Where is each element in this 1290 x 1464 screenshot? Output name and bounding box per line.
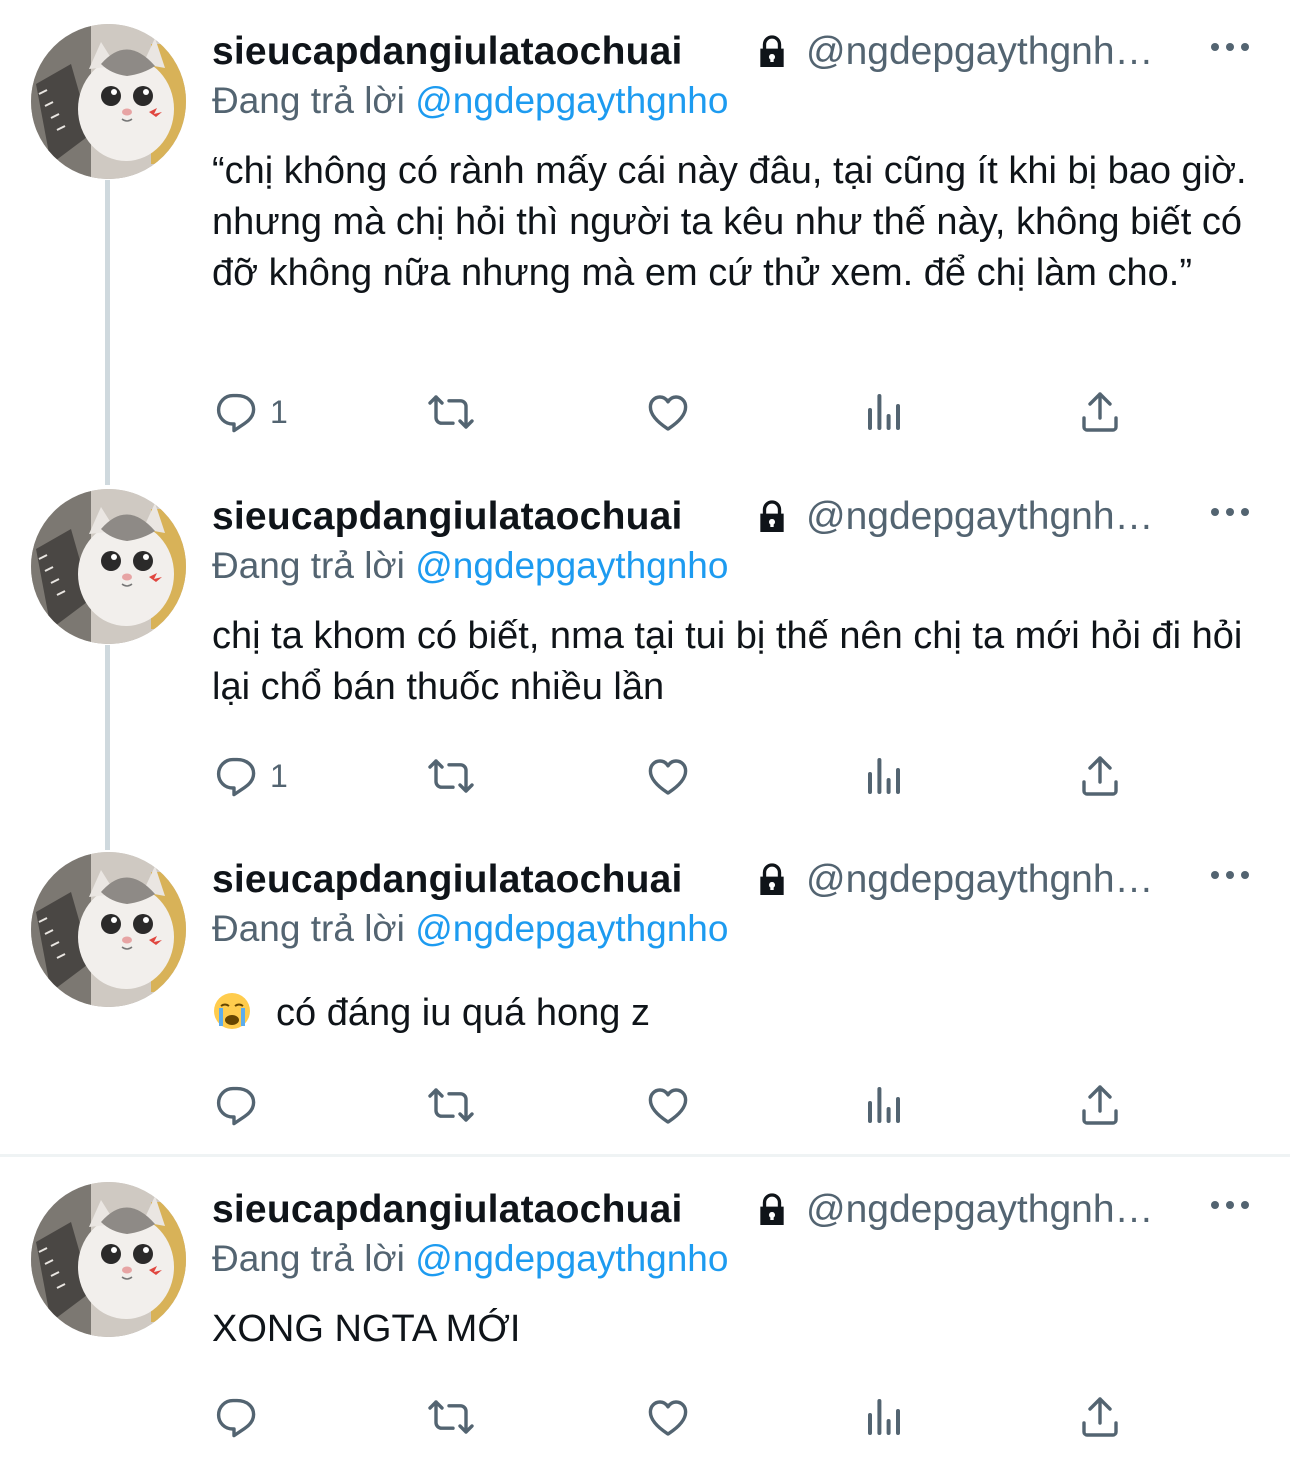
like-icon [644, 1393, 692, 1441]
more-icon[interactable] [1208, 860, 1252, 890]
share-button[interactable] [1076, 1392, 1124, 1442]
avatar[interactable] [31, 24, 186, 179]
thread-line [105, 180, 110, 485]
reply-mention-link[interactable]: @ngdepgaythgnho [415, 80, 728, 121]
like-button[interactable] [644, 387, 692, 437]
retweet-icon [427, 388, 475, 436]
more-icon[interactable] [1208, 32, 1252, 62]
reply-icon [212, 1393, 260, 1441]
tweet-text: chị ta khom có biết, nma tại tui bị thế … [212, 615, 1243, 708]
like-icon [644, 752, 692, 800]
display-name[interactable]: sieucapdangiulataochuai [212, 1188, 683, 1232]
reply-icon [212, 752, 260, 800]
share-button[interactable] [1076, 387, 1124, 437]
retweet-icon [427, 1393, 475, 1441]
more-icon[interactable] [1208, 1190, 1252, 1220]
reply-mention-link[interactable]: @ngdepgaythgnho [415, 545, 728, 586]
display-name[interactable]: sieucapdangiulataochuai [212, 858, 683, 902]
replying-to: Đang trả lời @ngdepgaythgnho [212, 908, 729, 949]
loudly-crying-face-icon [212, 991, 252, 1031]
retweet-button[interactable] [427, 387, 475, 437]
retweet-icon [427, 752, 475, 800]
lock-icon [752, 860, 792, 900]
like-icon [644, 1081, 692, 1129]
share-button[interactable] [1076, 1080, 1124, 1130]
thread-line [105, 645, 110, 850]
username[interactable]: @ngdepgaythgnh… [806, 30, 1154, 74]
like-icon [644, 388, 692, 436]
views-icon [860, 1081, 908, 1129]
lock-icon [752, 32, 792, 72]
display-name[interactable]: sieucapdangiulataochuai [212, 495, 683, 539]
tweet-actions: 1 [212, 387, 1212, 437]
more-icon[interactable] [1208, 497, 1252, 527]
replying-to: Đang trả lời @ngdepgaythgnho [212, 1238, 729, 1279]
replying-to: Đang trả lời @ngdepgaythgnho [212, 545, 729, 586]
views-icon [860, 752, 908, 800]
like-button[interactable] [644, 1080, 692, 1130]
username[interactable]: @ngdepgaythgnh… [806, 495, 1154, 539]
tweet-actions: 1 [212, 751, 1212, 801]
reply-button[interactable]: 1 [212, 751, 288, 801]
tweet-actions [212, 1392, 1212, 1442]
tweet-text: “chị không có rành mấy cái này đâu, tại … [212, 150, 1247, 294]
reply-mention-link[interactable]: @ngdepgaythgnho [415, 908, 728, 949]
username[interactable]: @ngdepgaythgnh… [806, 858, 1154, 902]
lock-icon [752, 1190, 792, 1230]
reply-count: 1 [270, 757, 288, 794]
reply-button[interactable]: 1 [212, 387, 288, 437]
avatar[interactable] [31, 1182, 186, 1337]
tweet-actions [212, 1080, 1212, 1130]
like-button[interactable] [644, 751, 692, 801]
avatar[interactable] [31, 489, 186, 644]
reply-button[interactable] [212, 1392, 270, 1442]
replying-to: Đang trả lời @ngdepgaythgnho [212, 80, 729, 121]
tweet-text-container: có đáng iu quá hong z [212, 988, 1262, 1039]
tweet-text: XONG NGTA MỚI [212, 1308, 521, 1350]
share-icon [1076, 1081, 1124, 1129]
retweet-icon [427, 1081, 475, 1129]
display-name[interactable]: sieucapdangiulataochuai [212, 30, 683, 74]
avatar[interactable] [31, 852, 186, 1007]
views-icon [860, 1393, 908, 1441]
share-icon [1076, 1393, 1124, 1441]
retweet-button[interactable] [427, 751, 475, 801]
retweet-button[interactable] [427, 1080, 475, 1130]
reply-mention-link[interactable]: @ngdepgaythgnho [415, 1238, 728, 1279]
like-button[interactable] [644, 1392, 692, 1442]
views-button[interactable] [860, 1080, 908, 1130]
lock-icon [752, 497, 792, 537]
username[interactable]: @ngdepgaythgnh… [806, 1188, 1154, 1232]
retweet-button[interactable] [427, 1392, 475, 1442]
views-button[interactable] [860, 387, 908, 437]
share-icon [1076, 752, 1124, 800]
reply-icon [212, 388, 260, 436]
reply-button[interactable] [212, 1080, 270, 1130]
share-button[interactable] [1076, 751, 1124, 801]
views-button[interactable] [860, 751, 908, 801]
views-icon [860, 388, 908, 436]
divider [0, 1154, 1290, 1157]
share-icon [1076, 388, 1124, 436]
views-button[interactable] [860, 1392, 908, 1442]
reply-count: 1 [270, 393, 288, 430]
reply-icon [212, 1081, 260, 1129]
tweet-text: có đáng iu quá hong z [276, 992, 650, 1034]
